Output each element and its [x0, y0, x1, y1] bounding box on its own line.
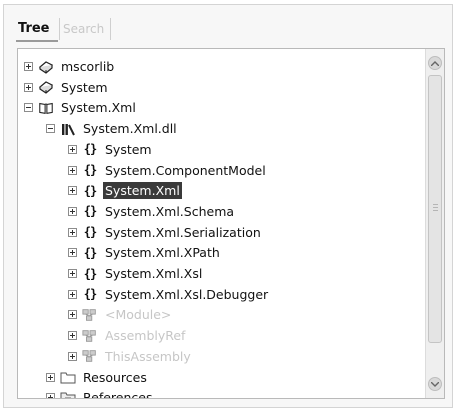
namespace-icon: {} — [83, 163, 97, 177]
namespace-icon: {} — [83, 142, 97, 157]
class-icon — [82, 328, 98, 344]
tab-divider — [110, 18, 111, 40]
library-icon — [38, 100, 54, 116]
tree-row[interactable]: {} System.Xml.Schema — [68, 201, 236, 222]
scroll-thumb[interactable] — [428, 75, 442, 343]
vertical-scrollbar[interactable] — [425, 49, 444, 398]
tree-row[interactable]: System.Xml — [24, 97, 138, 118]
tab-tree[interactable]: Tree — [18, 21, 49, 37]
tab-bar: Tree Search — [4, 5, 452, 49]
expand-toggle-icon[interactable] — [68, 351, 77, 361]
tree-node-label: <Module> — [105, 307, 172, 323]
assembly-icon — [38, 79, 54, 95]
expand-toggle-icon[interactable] — [46, 372, 55, 382]
namespace-icon: {} — [83, 287, 97, 302]
tree-panel: Tree Search mscorlib System System.Xml Syst… — [3, 4, 453, 408]
class-icon — [82, 307, 98, 323]
namespace-icon: {} — [83, 204, 97, 219]
expand-toggle-icon[interactable] — [24, 82, 33, 92]
tree-row[interactable]: {} System.ComponentModel — [68, 160, 268, 181]
tree-row[interactable]: {} System.Xml — [68, 180, 182, 201]
namespace-icon: {} — [83, 183, 97, 198]
chevron-up-icon — [431, 60, 439, 66]
expand-toggle-icon[interactable] — [46, 393, 55, 398]
tree-row[interactable]: References — [46, 387, 154, 399]
tree-row[interactable]: ThisAssembly — [68, 346, 193, 367]
expand-toggle-icon[interactable] — [68, 186, 77, 196]
expand-toggle-icon[interactable] — [68, 310, 77, 320]
thumb-grip — [433, 207, 438, 208]
tree-node-label: AssemblyRef — [105, 328, 186, 344]
tree-node-label: System.Xml.Xsl.Debugger — [105, 286, 269, 302]
tree-row[interactable]: {} System.Xml.Xsl.Debugger — [68, 284, 270, 305]
expand-toggle-icon[interactable] — [24, 62, 33, 71]
expand-toggle-icon[interactable] — [68, 165, 77, 175]
collapse-toggle-icon[interactable] — [46, 124, 55, 134]
assembly-icon — [38, 59, 54, 75]
tree-node-label: System.Xml.XPath — [105, 245, 220, 261]
tree-view[interactable]: mscorlib System System.Xml System.Xml.dll {}… — [17, 48, 445, 399]
chevron-down-icon — [431, 381, 439, 387]
class-icon — [82, 348, 98, 364]
tree-node-label: System — [105, 141, 152, 157]
namespace-icon: {} — [83, 225, 97, 240]
tree-row[interactable]: AssemblyRef — [68, 325, 187, 346]
expand-toggle-icon[interactable] — [68, 227, 77, 237]
tree-node-label: System.Xml.dll — [83, 121, 177, 137]
tree-node-label: mscorlib — [61, 59, 115, 74]
tree-node-label: ThisAssembly — [105, 348, 191, 364]
thumb-grip — [433, 204, 438, 205]
module-icon — [60, 121, 76, 137]
namespace-icon: {} — [83, 266, 97, 281]
tree-row[interactable]: Resources — [46, 367, 149, 388]
tree-row[interactable]: {} System.Xml.Serialization — [68, 222, 263, 243]
namespace-icon: {} — [83, 245, 97, 260]
tree-node-label: System — [61, 79, 108, 95]
expand-toggle-icon[interactable] — [68, 331, 77, 341]
active-tab-indicator — [16, 40, 58, 42]
tree-row[interactable]: {} System.Xml.Xsl — [68, 263, 204, 284]
tab-search[interactable]: Search — [63, 21, 104, 37]
tree-node-label: System.Xml.Schema — [105, 203, 235, 219]
tree-row[interactable]: {} System.Xml.XPath — [68, 242, 222, 263]
tree-row[interactable]: System — [24, 77, 110, 98]
expand-toggle-icon[interactable] — [68, 144, 77, 154]
tree-node-label: System.Xml.Xsl — [105, 266, 203, 281]
expand-toggle-icon[interactable] — [68, 248, 77, 258]
tree-node-label: System.Xml — [103, 182, 182, 200]
tree-node-label: System.Xml — [61, 100, 136, 116]
scroll-down-button[interactable] — [428, 377, 442, 391]
collapse-toggle-icon[interactable] — [24, 103, 33, 113]
thumb-grip — [433, 210, 438, 211]
tree-node-label: System.Xml.Serialization — [105, 224, 261, 240]
expand-toggle-icon[interactable] — [68, 289, 77, 299]
tree-row[interactable]: mscorlib — [24, 56, 116, 77]
tab-divider — [59, 18, 60, 40]
references-folder-icon — [60, 390, 76, 398]
tree-row[interactable]: {} System — [68, 139, 154, 160]
folder-icon — [60, 369, 76, 385]
tree-row[interactable]: System.Xml.dll — [46, 118, 179, 139]
tree-node-label: System.ComponentModel — [105, 162, 266, 178]
tree-row[interactable]: <Module> — [68, 304, 173, 325]
scroll-up-button[interactable] — [428, 56, 442, 70]
tree-node-label: References — [83, 390, 153, 399]
tree-node-label: Resources — [83, 369, 147, 385]
expand-toggle-icon[interactable] — [68, 206, 77, 216]
expand-toggle-icon[interactable] — [68, 269, 77, 278]
